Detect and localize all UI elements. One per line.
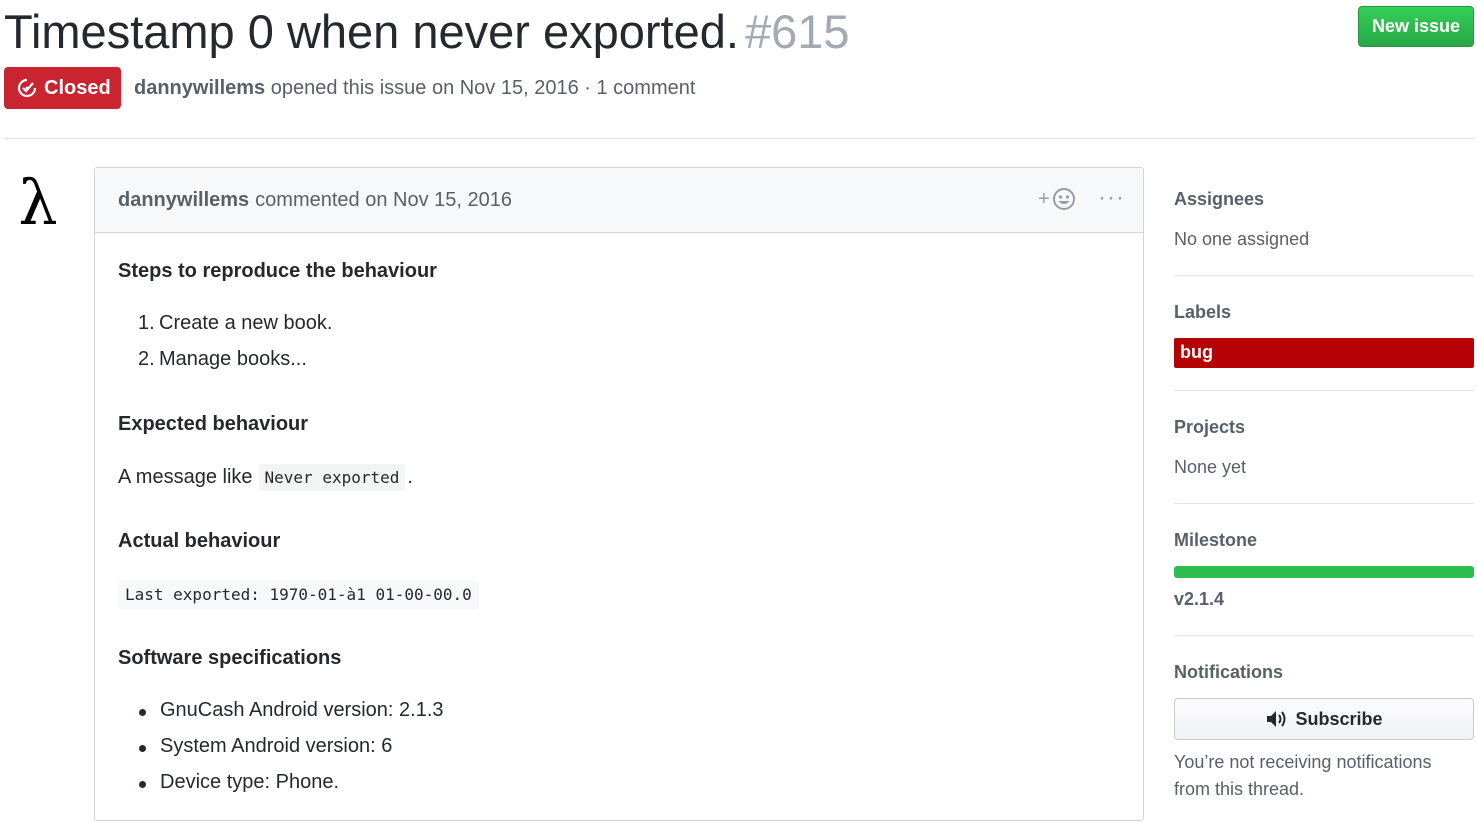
heading-software: Software specifications	[118, 647, 342, 669]
issue-title: Timestamp 0 when never exported. #615	[4, 4, 850, 60]
assignees-heading[interactable]: Assignees	[1174, 189, 1264, 210]
state-label: Closed	[44, 76, 111, 99]
new-issue-button[interactable]: New issue	[1358, 6, 1474, 47]
milestone-link[interactable]: v2.1.4	[1174, 589, 1224, 610]
sidebar-divider	[1174, 503, 1474, 504]
issue-meta-text: dannywillems opened this issue on Nov 15…	[134, 77, 695, 100]
expected-suffix: .	[407, 466, 413, 488]
list-item: 1. Create a new book.	[138, 312, 332, 335]
bullet-icon	[139, 745, 146, 752]
assignees-value: No one assigned	[1174, 229, 1310, 249]
list-text: Manage books...	[159, 348, 307, 370]
state-badge: Closed	[4, 67, 121, 109]
issue-meta: Closed dannywillems opened this issue on…	[4, 67, 695, 109]
list-text: Create a new book.	[159, 312, 333, 334]
list-number: 1.	[138, 312, 155, 334]
projects-value: None yet	[1174, 457, 1247, 477]
list-item: 2. Manage books...	[138, 348, 307, 371]
projects-heading[interactable]: Projects	[1174, 417, 1245, 438]
list-item: Device type: Phone.	[160, 771, 339, 793]
sidebar-divider	[1174, 275, 1474, 276]
heading-expected: Expected behaviour	[118, 413, 309, 435]
header-divider	[4, 138, 1474, 139]
add-reaction-button[interactable]: +	[1038, 187, 1076, 211]
notifications-heading: Notifications	[1174, 662, 1284, 682]
comment-timestamp[interactable]: commented on Nov 15, 2016	[255, 189, 512, 212]
heading-actual: Actual behaviour	[118, 530, 281, 552]
issue-author-link[interactable]: dannywillems	[134, 77, 265, 99]
plus-icon: +	[1038, 187, 1050, 210]
inline-code: Never exported	[258, 464, 406, 491]
avatar[interactable]: λ	[10, 162, 66, 242]
issue-opened-text: opened this issue on Nov 15, 2016 · 1 co…	[270, 76, 696, 99]
expected-paragraph: A message like Never exported .	[118, 464, 413, 491]
labels-heading[interactable]: Labels	[1174, 302, 1231, 323]
issue-closed-icon	[17, 78, 37, 98]
sidebar-divider	[1174, 390, 1474, 391]
list-item: System Android version: 6	[160, 735, 393, 757]
bullet-icon	[139, 781, 146, 788]
code-block: Last exported: 1970-01-à1 01-00-00.0	[118, 581, 479, 609]
unmute-icon	[1267, 711, 1286, 727]
comment-author-link[interactable]: dannywillems	[118, 189, 249, 212]
list-item: GnuCash Android version: 2.1.3	[160, 699, 444, 721]
heading-steps: Steps to reproduce the behaviour	[118, 260, 437, 282]
milestone-heading[interactable]: Milestone	[1174, 530, 1257, 551]
notifications-note: You’re not receiving notifications from …	[1174, 752, 1432, 799]
label-bug[interactable]: bug	[1174, 338, 1474, 368]
milestone-progress-bar	[1174, 566, 1474, 578]
expected-prefix: A message like	[118, 466, 253, 488]
issue-title-text: Timestamp 0 when never exported.	[4, 5, 739, 58]
smiley-icon	[1052, 188, 1075, 210]
comment-box: dannywillems commented on Nov 15, 2016 +…	[94, 167, 1144, 821]
bullet-icon	[139, 709, 146, 716]
sidebar-divider	[1174, 635, 1474, 636]
issue-number: #615	[744, 5, 850, 58]
comment-header: dannywillems commented on Nov 15, 2016 +…	[95, 168, 1143, 233]
list-number: 2.	[138, 348, 155, 370]
subscribe-button[interactable]: Subscribe	[1174, 698, 1474, 740]
kebab-horizontal-icon[interactable]: ···	[1098, 184, 1125, 212]
subscribe-label: Subscribe	[1295, 708, 1383, 729]
